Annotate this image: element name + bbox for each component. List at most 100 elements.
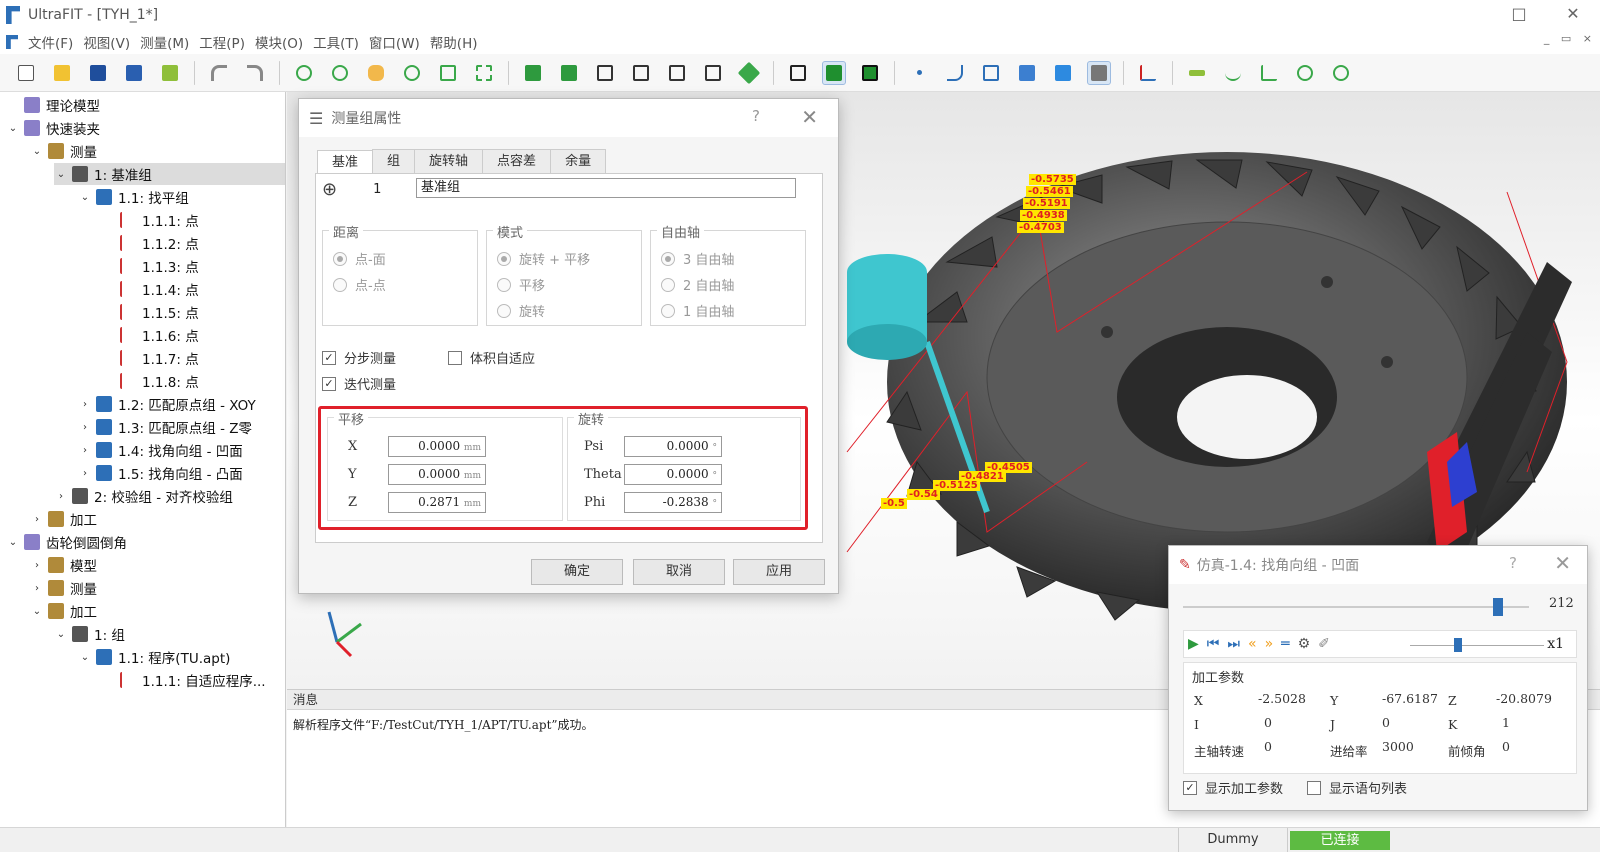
tree-item[interactable]: 1.1.4: 点 bbox=[102, 278, 199, 300]
redo-button[interactable] bbox=[243, 61, 267, 85]
tree-item[interactable]: ⌄ 1.1: 找平组 bbox=[78, 186, 189, 208]
radio-rotate-translate[interactable]: 旋转 + 平移 bbox=[497, 249, 590, 268]
apply-button[interactable]: 应用 bbox=[733, 559, 825, 585]
undo-button[interactable] bbox=[207, 61, 231, 85]
menu-window[interactable]: 窗口(W) bbox=[369, 32, 420, 52]
iterate-measure-checkbox[interactable]: ✓ 迭代测量 bbox=[322, 374, 396, 393]
expand-arrow-icon[interactable]: › bbox=[78, 445, 92, 456]
expand-arrow-icon[interactable]: ⌄ bbox=[78, 192, 92, 203]
tree-item[interactable]: 1.1.8: 点 bbox=[102, 370, 199, 392]
show-params-checkbox[interactable]: ✓ 显示加工参数 bbox=[1183, 778, 1283, 797]
translate-y-field[interactable]: 0.0000 mm bbox=[388, 464, 486, 485]
expand-arrow-icon[interactable]: › bbox=[78, 422, 92, 433]
view-bottom-button[interactable] bbox=[629, 61, 653, 85]
tree-item[interactable]: 1.1.1: 点 bbox=[102, 209, 199, 231]
solid-button[interactable] bbox=[1051, 61, 1075, 85]
expand-arrow-icon[interactable]: ⌄ bbox=[54, 629, 68, 640]
body-button[interactable] bbox=[1087, 60, 1111, 85]
expand-arrow-icon[interactable]: ⌄ bbox=[54, 169, 68, 180]
step-back-icon[interactable]: ⏮ bbox=[1207, 636, 1220, 652]
radius-button[interactable] bbox=[1329, 61, 1353, 85]
tab-group[interactable]: 组 bbox=[372, 149, 416, 173]
curve-button[interactable] bbox=[943, 61, 967, 85]
rotate-theta-field[interactable]: 0.0000 ° bbox=[624, 464, 722, 485]
settings-icon[interactable]: ⚙ bbox=[1298, 636, 1311, 652]
fast-forward-icon[interactable]: » bbox=[1265, 636, 1274, 652]
tree-item[interactable]: 1.1.1: 自适应程序... bbox=[102, 669, 266, 691]
tree-item[interactable]: › 模型 bbox=[30, 554, 97, 576]
view-iso-button[interactable] bbox=[737, 61, 761, 85]
speed-slider-thumb[interactable] bbox=[1454, 638, 1462, 652]
equal-icon[interactable]: ═ bbox=[1281, 636, 1289, 652]
menu-tools[interactable]: 工具(T) bbox=[313, 32, 359, 52]
speed-slider[interactable] bbox=[1410, 638, 1544, 652]
ruler-button[interactable] bbox=[1185, 61, 1209, 85]
angle-button[interactable] bbox=[1257, 61, 1281, 85]
expand-arrow-icon[interactable]: ⌄ bbox=[78, 652, 92, 663]
package-button[interactable] bbox=[158, 61, 182, 85]
view-top-button[interactable] bbox=[593, 61, 617, 85]
tree-item[interactable]: 理论模型 bbox=[6, 94, 100, 116]
translate-z-field[interactable]: 0.2871 mm bbox=[388, 492, 486, 513]
expand-arrow-icon[interactable]: ⌄ bbox=[30, 146, 44, 157]
tree-item[interactable]: ⌄ 快速装夹 bbox=[6, 117, 100, 139]
pan-button[interactable] bbox=[364, 61, 388, 85]
expand-arrow-icon[interactable]: › bbox=[30, 560, 44, 571]
menu-measure[interactable]: 测量(M) bbox=[140, 32, 189, 52]
axis-button[interactable] bbox=[1136, 61, 1160, 85]
rotate-button[interactable] bbox=[292, 61, 316, 85]
translate-x-field[interactable]: 0.0000 mm bbox=[388, 436, 486, 457]
view-front-button[interactable] bbox=[521, 61, 545, 85]
expand-arrow-icon[interactable]: ⌄ bbox=[6, 537, 20, 548]
expand-arrow-icon[interactable]: ⌄ bbox=[6, 123, 20, 134]
sim-close-button[interactable]: ✕ bbox=[1554, 551, 1571, 575]
menu-file[interactable]: 文件(F) bbox=[28, 32, 73, 52]
tree-item[interactable]: › 1.3: 匹配原点组 - Z零 bbox=[78, 416, 252, 438]
tab-point-tolerance[interactable]: 点容差 bbox=[482, 149, 552, 173]
save-as-button[interactable] bbox=[122, 61, 146, 85]
tree-item[interactable]: › 加工 bbox=[30, 508, 97, 530]
menu-module[interactable]: 模块(O) bbox=[255, 32, 303, 52]
face-button[interactable] bbox=[1015, 61, 1039, 85]
surface-button[interactable] bbox=[979, 61, 1003, 85]
cancel-button[interactable]: 取消 bbox=[633, 559, 725, 585]
menu-view[interactable]: 视图(V) bbox=[83, 32, 130, 52]
radio-3-free-axis[interactable]: 3 自由轴 bbox=[661, 249, 734, 268]
ok-button[interactable]: 确定 bbox=[531, 559, 623, 585]
tree-item[interactable]: ⌄ 1.1: 程序(TU.apt) bbox=[78, 646, 230, 668]
sim-help-button[interactable]: ? bbox=[1509, 554, 1517, 572]
view-right-button[interactable] bbox=[701, 61, 725, 85]
wireframe-button[interactable] bbox=[786, 61, 810, 85]
tool-icon[interactable]: ✐ bbox=[1318, 636, 1330, 652]
menu-help[interactable]: 帮助(H) bbox=[430, 32, 478, 52]
measure-curve-button[interactable] bbox=[1221, 61, 1245, 85]
tree-item[interactable]: 1.1.2: 点 bbox=[102, 232, 199, 254]
expand-arrow-icon[interactable]: › bbox=[30, 514, 44, 525]
tree-item[interactable]: 1.1.3: 点 bbox=[102, 255, 199, 277]
expand-arrow-icon[interactable]: › bbox=[54, 491, 68, 502]
group-name-input[interactable]: 基准组 bbox=[416, 178, 796, 198]
shaded-button[interactable] bbox=[822, 60, 846, 85]
step-forward-icon[interactable]: ⏭ bbox=[1227, 636, 1240, 652]
tab-datum[interactable]: 基准 bbox=[317, 150, 374, 174]
help-button[interactable]: ? bbox=[752, 107, 760, 125]
tab-rotation-axis[interactable]: 旋转轴 bbox=[414, 149, 484, 173]
tree-item[interactable]: ⌄ 1: 基准组 bbox=[54, 163, 285, 185]
view-back-button[interactable] bbox=[557, 61, 581, 85]
zoom-fit-button[interactable] bbox=[472, 61, 496, 85]
diameter-button[interactable] bbox=[1293, 61, 1317, 85]
radio-rotate[interactable]: 旋转 bbox=[497, 301, 545, 320]
radio-translate[interactable]: 平移 bbox=[497, 275, 545, 294]
shaded-edges-button[interactable] bbox=[858, 61, 882, 85]
frame-slider[interactable] bbox=[1183, 598, 1529, 616]
radio-point-point[interactable]: 点-点 bbox=[333, 275, 386, 294]
rotate-phi-field[interactable]: -0.2838 ° bbox=[624, 492, 722, 513]
expand-arrow-icon[interactable]: › bbox=[78, 468, 92, 479]
tree-item[interactable]: › 测量 bbox=[30, 577, 97, 599]
close-button[interactable]: ✕ bbox=[1546, 0, 1600, 30]
tree-item[interactable]: 1.1.7: 点 bbox=[102, 347, 199, 369]
tree-item[interactable]: 1.1.6: 点 bbox=[102, 324, 199, 346]
expand-arrow-icon[interactable]: ⌄ bbox=[30, 606, 44, 617]
rotate-center-button[interactable] bbox=[328, 61, 352, 85]
new-file-button[interactable] bbox=[14, 61, 38, 85]
